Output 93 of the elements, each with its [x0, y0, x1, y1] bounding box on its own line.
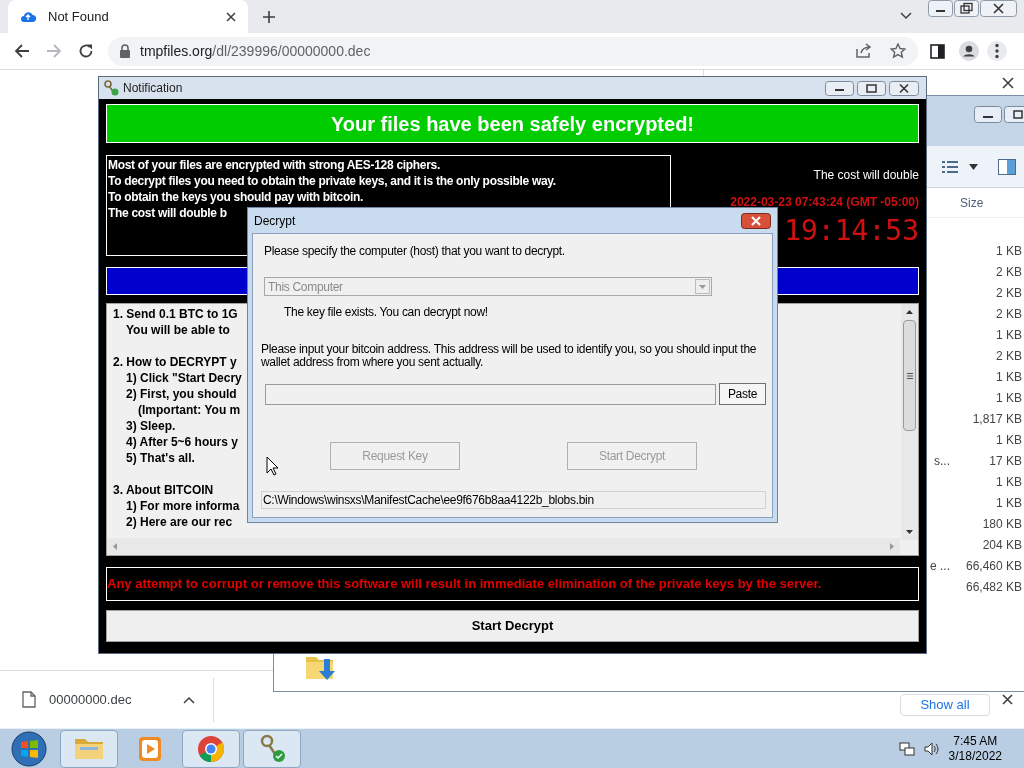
file-size: 1 KB — [995, 431, 1023, 449]
file-size: 17 KB — [988, 452, 1023, 470]
file-size: 2 KB — [995, 347, 1023, 365]
countdown-timer: 19:14:53 — [784, 215, 919, 247]
instruction-text: 3) Sleep. — [125, 418, 176, 434]
instruction-text: 2) Here are our rec — [125, 514, 233, 530]
side-panel-icon[interactable] — [930, 43, 945, 59]
file-size: 1,817 KB — [971, 410, 1023, 428]
window-controls-drawing[interactable] — [825, 80, 920, 96]
file-size: 1 KB — [995, 389, 1023, 407]
address-bar[interactable]: tmpfiles.org/dl/239996/00000000.dec — [108, 36, 918, 66]
cursor-icon — [266, 456, 279, 476]
window-title: Notification — [123, 80, 183, 97]
preview-pane-icon[interactable] — [998, 158, 1016, 175]
paste-button[interactable]: Paste — [719, 383, 766, 405]
cloud-icon — [20, 10, 36, 23]
back-icon[interactable] — [14, 43, 30, 59]
address-prompt: Please input your bitcoin address. This address will be used to identify you, so you should input the wallet address from where you sent actually. — [261, 343, 758, 369]
file-size: 66,460 KB — [964, 557, 1023, 575]
keys-icon — [103, 80, 119, 96]
caret-up-icon[interactable] — [183, 695, 196, 704]
info-text: The cost will double b — [108, 205, 228, 221]
maximize-icon[interactable] — [1004, 106, 1024, 123]
scroll-up-icon[interactable] — [906, 310, 913, 314]
file-size: 204 KB — [981, 536, 1023, 554]
start-button-icon[interactable] — [9, 729, 49, 768]
file-size: 1 KB — [995, 326, 1023, 344]
info-text: To obtain the keys you should pay with bitcoin. — [108, 189, 365, 205]
clock-date[interactable]: 3/18/2022 — [948, 748, 1002, 764]
close-icon[interactable] — [1002, 76, 1014, 89]
instruction-text: You will be able to — [125, 322, 230, 338]
instruction-text: 1) For more informa — [125, 498, 240, 514]
instruction-text: 1) Click "Start Decry — [125, 370, 242, 386]
file-size: 180 KB — [981, 515, 1023, 533]
taskbar-button[interactable] — [182, 729, 240, 768]
instruction-text: (Important: You m — [137, 402, 241, 418]
warning-text: Any attempt to corrupt or remove this software will result in immediate elimination of the private keys by the server. — [106, 567, 919, 601]
instruction-heading: 1. Send 0.1 BTC to 1G — [113, 306, 238, 322]
file-size: 1 KB — [995, 494, 1023, 512]
close-icon[interactable] — [226, 11, 236, 22]
profile-icon[interactable] — [959, 41, 979, 61]
host-prompt: Please specify the computer (host) that you want to decrypt. — [264, 244, 566, 258]
new-tab-icon[interactable] — [262, 10, 276, 24]
instruction-text: 5) That's all. — [125, 450, 195, 466]
file-path-field: C:\Windows\winsxs\ManifestCache\ee9f676b8aa4122b_blobs.bin — [261, 491, 766, 509]
file-size: 66,482 KB — [964, 578, 1023, 596]
show-all-button[interactable]: Show all — [900, 693, 990, 716]
info-text: To decrypt files you need to obtain the private keys, and it is the only possible way. — [108, 173, 557, 189]
scroll-thumb[interactable] — [903, 320, 916, 431]
scroll-down-icon[interactable] — [906, 530, 913, 534]
clock-time[interactable]: 7:45 AM — [953, 733, 998, 749]
instruction-text: 4) After 5~6 hours y — [125, 434, 238, 450]
instruction-heading: 2. How to DECRYPT y — [113, 354, 237, 370]
lock-icon — [119, 44, 131, 58]
start-decrypt-button[interactable]: Start Decrypt — [106, 610, 919, 642]
url-text[interactable]: tmpfiles.org/dl/239996/00000000.dec — [140, 40, 371, 62]
instruction-text: 2) First, you should — [125, 386, 237, 402]
instruction-heading: 3. About BITCOIN — [113, 482, 214, 498]
star-icon[interactable] — [890, 43, 906, 59]
dialog-title: Decrypt — [254, 212, 296, 230]
caret-icon[interactable] — [900, 12, 912, 20]
volume-icon[interactable] — [922, 740, 939, 757]
status-banner: Your files have been safely encrypted! — [106, 104, 919, 143]
reload-icon[interactable] — [78, 43, 94, 59]
file-size: 1 KB — [995, 473, 1023, 491]
browser-tab[interactable]: Not Found — [8, 0, 248, 33]
close-icon[interactable] — [1002, 694, 1013, 705]
view-options-icon[interactable] — [942, 159, 958, 174]
file-size: 2 KB — [995, 284, 1023, 302]
file-size: 2 KB — [995, 305, 1023, 323]
file-name[interactable]: s... — [934, 451, 950, 470]
grip-icon — [906, 372, 913, 379]
file-icon — [22, 691, 36, 708]
taskbar-button[interactable] — [243, 729, 301, 768]
deadline-text: 2022-03-23 07:43:24 (GMT -05:00) — [730, 194, 919, 211]
window-controls-drawing[interactable] — [928, 0, 1018, 18]
share-icon[interactable] — [855, 43, 872, 59]
address-field[interactable] — [265, 383, 716, 405]
menu-icon[interactable] — [987, 41, 1007, 61]
cost-note: The cost will double — [813, 167, 919, 184]
caret-icon[interactable] — [969, 163, 978, 170]
close-icon[interactable] — [741, 212, 771, 229]
file-name[interactable]: e ... — [930, 556, 950, 575]
vertical-scrollbar[interactable] — [901, 304, 918, 540]
file-size: 2 KB — [995, 263, 1023, 281]
minimize-icon[interactable] — [974, 106, 1002, 123]
file-size: 1 KB — [995, 242, 1023, 260]
info-text: Most of your files are encrypted with strong AES-128 ciphers. — [108, 157, 441, 173]
file-size: 1 KB — [995, 368, 1023, 386]
key-status-text: The key file exists. You can decrypt now! — [284, 305, 489, 319]
network-icon[interactable] — [898, 740, 915, 757]
column-header[interactable]: Size — [960, 193, 984, 212]
download-item[interactable]: 00000000.dec — [49, 689, 132, 710]
